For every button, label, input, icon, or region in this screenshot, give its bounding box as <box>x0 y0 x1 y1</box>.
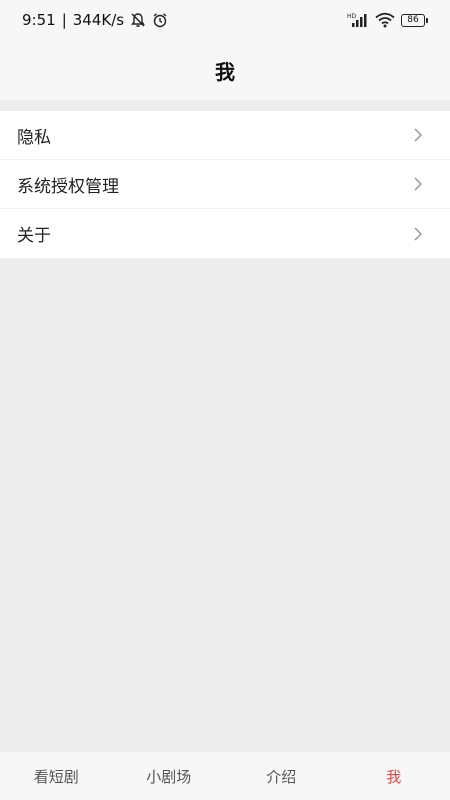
settings-menu: 隐私 系统授权管理 关于 <box>0 111 450 258</box>
status-right: HD 86 <box>347 12 428 28</box>
wifi-icon <box>375 12 395 28</box>
status-bar: 9:51 | 344K/s HD 86 <box>0 0 450 40</box>
chevron-right-icon <box>414 226 423 241</box>
battery-icon: 86 <box>401 13 428 27</box>
chevron-right-icon <box>414 177 423 191</box>
tab-me[interactable]: 我 <box>338 766 450 787</box>
status-time: 9:51 <box>22 11 56 29</box>
status-net-speed: 344K/s <box>72 11 125 29</box>
tab-intro[interactable]: 介绍 <box>225 766 338 787</box>
alarm-icon <box>152 12 168 28</box>
status-separator: | <box>61 11 67 29</box>
menu-item-about[interactable]: 关于 <box>0 209 450 258</box>
hd-label: HD <box>347 13 357 20</box>
page-header: 我 <box>0 40 450 100</box>
menu-item-system-permissions[interactable]: 系统授权管理 <box>0 160 450 209</box>
tab-watch-short-drama[interactable]: 看短剧 <box>0 766 113 787</box>
status-left: 9:51 | 344K/s <box>22 11 168 29</box>
menu-item-label: 关于 <box>17 226 51 246</box>
menu-item-label: 隐私 <box>17 127 51 148</box>
tab-mini-theater[interactable]: 小剧场 <box>113 766 226 787</box>
menu-item-label: 系统授权管理 <box>17 176 119 197</box>
menu-item-privacy[interactable]: 隐私 <box>0 111 450 160</box>
mute-notification-icon <box>130 12 146 28</box>
page-title: 我 <box>215 59 235 84</box>
chevron-right-icon <box>414 128 423 142</box>
battery-level: 86 <box>401 13 425 27</box>
signal-icon: HD <box>347 12 369 28</box>
bottom-tab-bar: 看短剧 小剧场 介绍 我 <box>0 752 450 800</box>
